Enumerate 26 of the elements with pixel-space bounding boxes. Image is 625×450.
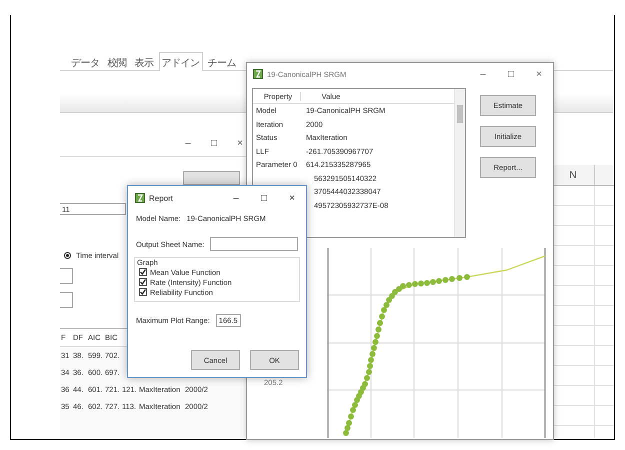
maximize-button[interactable]: □ (258, 192, 270, 204)
maximize-button[interactable]: □ (208, 138, 220, 148)
maximize-button[interactable]: □ (505, 68, 517, 80)
close-button[interactable]: × (286, 192, 298, 204)
checkbox[interactable] (139, 288, 147, 296)
ribbon-tab[interactable]: 表示 (132, 52, 156, 70)
checkbox[interactable] (139, 268, 147, 276)
app-icon (253, 69, 263, 79)
ribbon-tab[interactable]: アドイン (158, 52, 202, 71)
dialog-title: Report (149, 194, 174, 202)
minimize-button[interactable]: – (230, 192, 242, 204)
scrollbar[interactable] (454, 89, 465, 237)
input-field[interactable] (60, 268, 73, 284)
input-field[interactable] (210, 237, 298, 251)
minimize-button[interactable]: – (477, 68, 489, 80)
input-field[interactable] (60, 292, 73, 308)
close-button[interactable]: × (234, 138, 246, 148)
checkbox[interactable] (139, 278, 147, 286)
radio-button[interactable] (64, 252, 71, 259)
ribbon-tab[interactable]: 校閲 (104, 52, 130, 70)
minimize-button[interactable]: – (182, 138, 194, 148)
close-button[interactable]: × (533, 68, 545, 80)
ribbon-tab[interactable]: データ (68, 52, 102, 70)
ribbon-tab[interactable]: チーム (204, 52, 239, 70)
button[interactable] (183, 171, 240, 185)
app-icon (135, 193, 145, 203)
